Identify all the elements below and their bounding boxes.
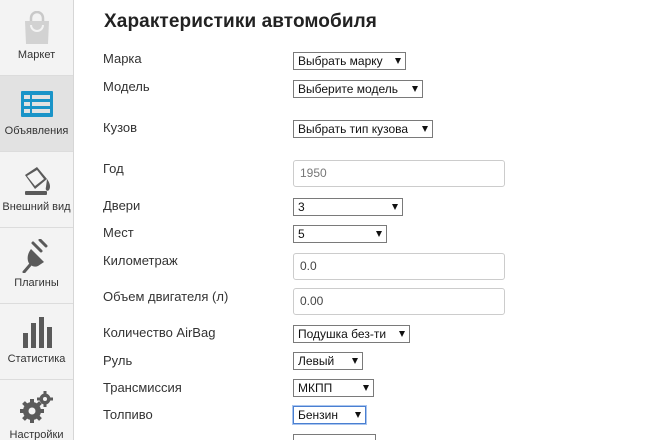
model-select-value: Выберите модель <box>298 82 398 96</box>
app-window: Маркет Объявления Внешний вид Плагины Ст… <box>0 0 660 440</box>
transmission-select[interactable]: МКПП <box>293 379 374 397</box>
paint-bucket-icon <box>19 162 55 198</box>
body-select[interactable]: Выбрать тип кузова <box>293 120 433 138</box>
sidebar-item-settings[interactable]: Настройки <box>0 380 73 440</box>
year-input[interactable]: 1950 <box>293 160 505 187</box>
chevron-down-icon <box>422 126 428 132</box>
plug-icon <box>19 238 55 274</box>
fuel-select[interactable]: Бензин <box>293 406 366 424</box>
chevron-down-icon <box>352 358 358 364</box>
chevron-down-icon <box>363 385 369 391</box>
chevron-down-icon <box>412 86 418 92</box>
engine-volume-label: Объем двигателя (л) <box>103 289 229 304</box>
fuel-label: Толпиво <box>103 407 153 422</box>
chevron-down-icon <box>376 231 382 237</box>
steering-select[interactable]: Левый <box>293 352 363 370</box>
model-label: Модель <box>103 79 150 94</box>
sidebar-item-label: Объявления <box>4 125 69 137</box>
sidebar-item-appearance[interactable]: Внешний вид <box>0 152 73 228</box>
list-icon <box>19 86 55 122</box>
brand-select-value: Выбрать марку <box>298 54 383 68</box>
chevron-down-icon <box>395 58 401 64</box>
airbags-select-value: Подушка без-ти <box>298 327 387 341</box>
main-content: Характеристики автомобиля Марка Выбрать … <box>74 0 660 440</box>
sidebar-item-statistics[interactable]: Статистика <box>0 304 73 380</box>
sidebar-item-label: Маркет <box>17 49 56 61</box>
sidebar-item-label: Плагины <box>14 277 59 289</box>
sidebar-item-label: Статистика <box>7 353 66 365</box>
doors-label: Двери <box>103 198 141 213</box>
year-input-value: 1950 <box>300 166 327 180</box>
sidebar-item-label: Настройки <box>9 429 64 440</box>
sidebar-item-plugins[interactable]: Плагины <box>0 228 73 304</box>
seats-select[interactable]: 5 <box>293 225 387 243</box>
steering-label: Руль <box>103 353 133 368</box>
transmission-label: Трансмиссия <box>103 380 182 395</box>
page-title: Характеристики автомобиля <box>104 11 377 32</box>
seats-select-value: 5 <box>298 227 305 241</box>
shopping-bag-icon <box>19 10 55 46</box>
chevron-down-icon <box>399 331 405 337</box>
sidebar-item-ads[interactable]: Объявления <box>0 76 73 152</box>
doors-select[interactable]: 3 <box>293 198 403 216</box>
mileage-input[interactable]: 0.0 <box>293 253 505 280</box>
engine-volume-input[interactable]: 0.00 <box>293 288 505 315</box>
bar-chart-icon <box>19 314 55 350</box>
year-label: Год <box>103 161 124 176</box>
steering-select-value: Левый <box>298 354 335 368</box>
mileage-label: Километраж <box>103 253 178 268</box>
fuel-select-value: Бензин <box>298 408 339 422</box>
brand-label: Марка <box>103 51 142 66</box>
sidebar-item-label: Внешний вид <box>2 201 71 213</box>
next-select-partial[interactable] <box>293 434 376 440</box>
gears-icon <box>19 390 55 426</box>
chevron-down-icon <box>392 204 398 210</box>
sidebar-item-market[interactable]: Маркет <box>0 0 73 76</box>
brand-select[interactable]: Выбрать марку <box>293 52 406 70</box>
seats-label: Мест <box>103 225 134 240</box>
chevron-down-icon <box>355 412 361 418</box>
body-select-value: Выбрать тип кузова <box>298 122 409 136</box>
transmission-select-value: МКПП <box>298 381 333 395</box>
doors-select-value: 3 <box>298 200 305 214</box>
airbags-select[interactable]: Подушка без-ти <box>293 325 410 343</box>
mileage-input-value: 0.0 <box>300 259 317 273</box>
sidebar: Маркет Объявления Внешний вид Плагины Ст… <box>0 0 74 440</box>
body-label: Кузов <box>103 120 138 135</box>
airbags-label: Количество AirBag <box>103 325 216 340</box>
model-select[interactable]: Выберите модель <box>293 80 423 98</box>
engine-volume-input-value: 0.00 <box>300 294 324 308</box>
